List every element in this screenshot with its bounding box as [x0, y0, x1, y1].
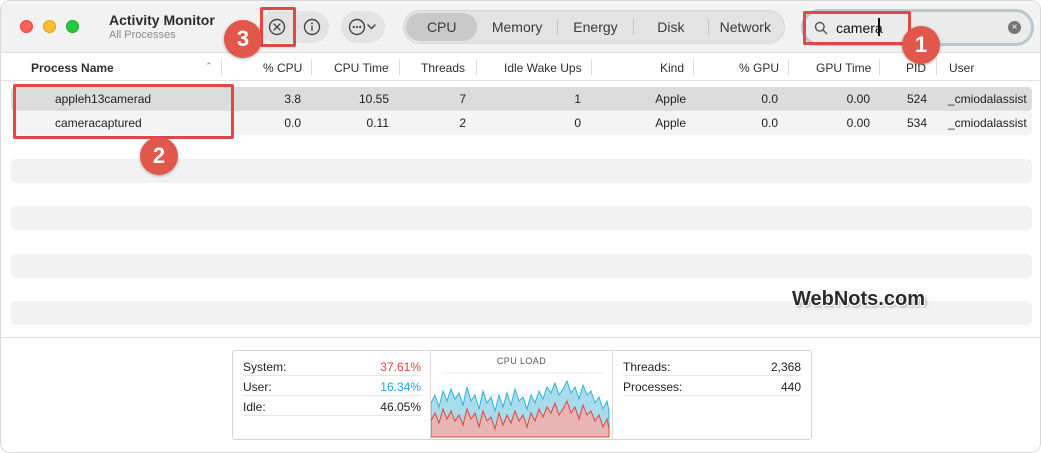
- cpu-usage-summary: System: 37.61% User: 16.34% Idle: 46.05%: [233, 351, 431, 439]
- more-options-icon: [348, 18, 376, 36]
- processes-value: 440: [780, 380, 801, 394]
- column-user[interactable]: User: [949, 61, 974, 75]
- zoom-window-button[interactable]: [66, 20, 79, 33]
- step-badge-1: 1: [902, 26, 940, 64]
- kind-cell: Apple: [655, 92, 686, 106]
- tab-energy[interactable]: Energy: [558, 13, 633, 41]
- cpu-load-graph-panel: CPU LOAD: [431, 351, 613, 439]
- process-count-summary: Threads: 2,368 Processes: 440: [613, 351, 811, 439]
- user-label: User:: [243, 380, 272, 394]
- clear-icon[interactable]: ×: [1008, 21, 1021, 34]
- gpu-cell: 0.0: [761, 116, 778, 130]
- user-cell: _cmiodalassist: [948, 116, 1027, 130]
- column-divider: [693, 59, 694, 75]
- minimize-window-button[interactable]: [43, 20, 56, 33]
- processes-label: Processes:: [623, 380, 683, 394]
- gpu-time-cell: 0.00: [846, 92, 870, 106]
- cpu-time-cell: 0.11: [366, 116, 389, 130]
- tab-memory[interactable]: Memory: [477, 13, 556, 41]
- column-gpu[interactable]: % GPU: [739, 61, 779, 75]
- idle-wake-ups-cell: 1: [574, 92, 581, 106]
- table-header: Process Name ⌃ % CPU CPU Time Threads Id…: [1, 54, 1040, 81]
- column-idle-wake-ups[interactable]: Idle Wake Ups: [504, 61, 582, 75]
- system-stat-row: System: 37.61%: [243, 356, 421, 376]
- view-subtitle[interactable]: All Processes: [109, 29, 176, 41]
- table-row[interactable]: appleh13camerad 3.8 10.55 7 1 Apple 0.0 …: [11, 87, 1032, 111]
- step-badge-2: 2: [140, 137, 178, 175]
- empty-table-row: [11, 206, 1032, 230]
- column-gpu-time[interactable]: GPU Time: [816, 61, 871, 75]
- idle-wake-ups-cell: 0: [574, 116, 581, 130]
- view-tabs: CPU Memory Energy Disk Network: [403, 10, 785, 44]
- column-divider: [936, 59, 937, 75]
- idle-value: 46.05%: [380, 400, 421, 414]
- empty-table-row: [11, 254, 1032, 278]
- watermark: WebNots.com: [792, 288, 925, 310]
- column-divider: [399, 59, 400, 75]
- column-divider: [591, 59, 592, 75]
- app-title: Activity Monitor: [109, 12, 215, 28]
- processes-stat-row: Processes: 440: [623, 376, 801, 396]
- user-value: 16.34%: [380, 380, 421, 394]
- gpu-cell: 0.0: [761, 92, 778, 106]
- cpu-load-graph: [431, 372, 610, 438]
- cpu-stats-panel: System: 37.61% User: 16.34% Idle: 46.05%…: [232, 350, 812, 440]
- column-kind[interactable]: Kind: [660, 61, 684, 75]
- text-caret: [878, 18, 880, 36]
- tab-network[interactable]: Network: [709, 13, 782, 41]
- idle-label: Idle:: [243, 400, 266, 414]
- threads-stat-row: Threads: 2,368: [623, 356, 801, 376]
- threads-value: 2,368: [770, 360, 801, 374]
- stop-process-icon: [268, 18, 286, 36]
- user-stat-row: User: 16.34%: [243, 376, 421, 396]
- pid-cell: 524: [906, 92, 927, 106]
- table-row[interactable]: cameracaptured 0.0 0.11 2 0 Apple 0.0 0.…: [11, 111, 1032, 135]
- inspect-process-button[interactable]: [295, 11, 329, 43]
- process-name-cell: cameracaptured: [55, 116, 142, 130]
- info-icon: [303, 18, 321, 36]
- column-divider: [476, 59, 477, 75]
- activity-monitor-window: Activity Monitor All Processes CPU Memor…: [0, 0, 1041, 453]
- idle-stat-row: Idle: 46.05%: [243, 396, 421, 416]
- tab-disk[interactable]: Disk: [634, 13, 707, 41]
- pid-cell: 534: [906, 116, 927, 130]
- column-divider: [221, 59, 222, 75]
- cpu-cell: 3.8: [284, 92, 301, 106]
- column-divider: [879, 59, 880, 75]
- process-name-cell: appleh13camerad: [55, 92, 152, 106]
- stop-process-button[interactable]: [259, 11, 295, 43]
- sort-chevron-icon[interactable]: ⌃: [205, 61, 213, 72]
- kind-cell: Apple: [655, 116, 686, 130]
- column-threads[interactable]: Threads: [421, 61, 465, 75]
- column-divider: [788, 59, 789, 75]
- system-label: System:: [243, 360, 287, 374]
- system-value: 37.61%: [380, 360, 421, 374]
- threads-cell: 7: [459, 92, 466, 106]
- column-cpu[interactable]: % CPU: [263, 61, 302, 75]
- toolbar: Activity Monitor All Processes CPU Memor…: [1, 1, 1040, 53]
- tab-cpu[interactable]: CPU: [406, 13, 478, 41]
- gpu-time-cell: 0.00: [846, 116, 870, 130]
- step-badge-3: 3: [224, 20, 262, 58]
- user-cell: _cmiodalassist: [948, 92, 1027, 106]
- threads-cell: 2: [459, 116, 466, 130]
- cpu-time-cell: 10.55: [358, 92, 389, 106]
- close-window-button[interactable]: [20, 20, 33, 33]
- more-options-button[interactable]: [341, 11, 385, 43]
- cpu-cell: 0.0: [284, 116, 301, 130]
- column-divider: [311, 59, 312, 75]
- column-cpu-time[interactable]: CPU Time: [334, 61, 389, 75]
- column-process-name[interactable]: Process Name: [31, 61, 114, 75]
- search-icon: [814, 21, 828, 34]
- threads-label: Threads:: [623, 360, 671, 374]
